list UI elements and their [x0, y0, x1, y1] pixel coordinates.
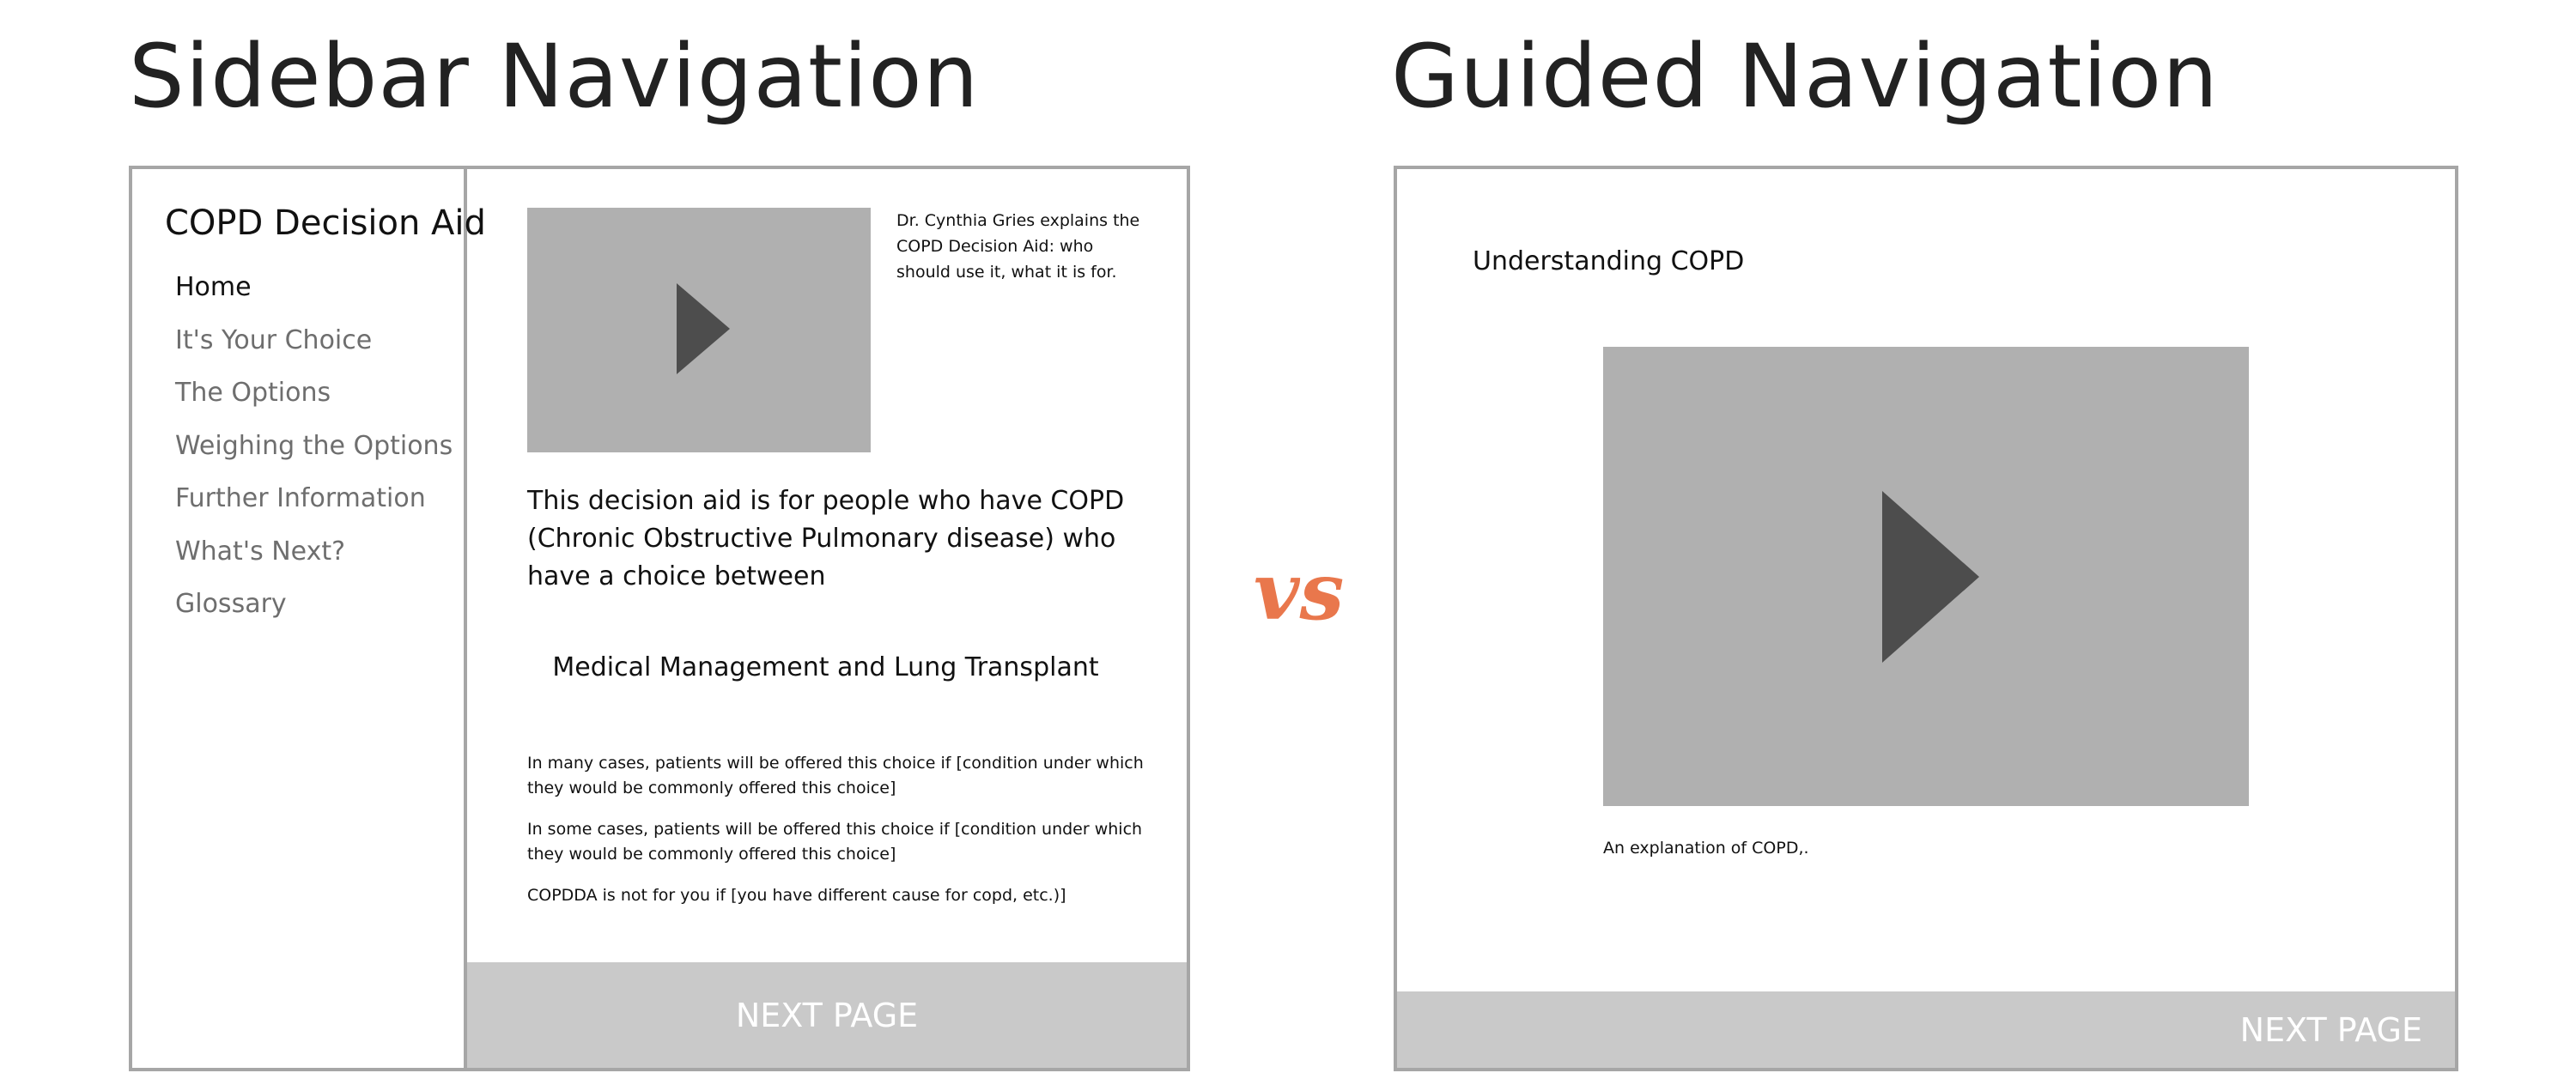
sidebar-item-glossary[interactable]: Glossary: [175, 589, 453, 642]
sidebar-navigation-wireframe: COPD Decision Aid Home It's Your Choice …: [129, 166, 1190, 1071]
app-title: COPD Decision Aid: [165, 203, 486, 243]
intro-text: This decision aid is for people who have…: [527, 486, 1125, 591]
vs-label: vs: [1254, 545, 1345, 638]
play-icon[interactable]: [677, 283, 730, 374]
next-page-button[interactable]: NEXT PAGE: [1397, 991, 2455, 1068]
eligibility-notes: In many cases, patients will be offered …: [527, 751, 1145, 924]
sidebar-item-weighing-the-options[interactable]: Weighing the Options: [175, 431, 453, 484]
page-title: Understanding COPD: [1473, 246, 1745, 276]
sidebar-item-further-information[interactable]: Further Information: [175, 483, 453, 536]
note-text: COPDDA is not for you if [you have diffe…: [527, 886, 1066, 905]
play-icon[interactable]: [1882, 491, 1979, 663]
note-text: In some cases, patients will be offered …: [527, 820, 1143, 864]
options-text: Medical Management and Lung Transplant: [552, 652, 1099, 682]
video-player[interactable]: [527, 208, 871, 452]
note-text: In many cases, patients will be offered …: [527, 754, 1144, 797]
sidebar-item-the-options[interactable]: The Options: [175, 378, 453, 431]
sidebar-item-whats-next[interactable]: What's Next?: [175, 536, 453, 590]
sidebar-navigation-heading: Sidebar Navigation: [129, 26, 980, 128]
sidebar-item-its-your-choice[interactable]: It's Your Choice: [175, 325, 453, 379]
sidebar: COPD Decision Aid Home It's Your Choice …: [132, 169, 486, 1068]
guided-navigation-heading: Guided Navigation: [1391, 26, 2219, 128]
guided-navigation-wireframe: Understanding COPD An explanation of COP…: [1394, 166, 2458, 1071]
video-player[interactable]: [1603, 347, 2249, 806]
video-caption: An explanation of COPD,.: [1603, 839, 1809, 858]
main-content: Dr. Cynthia Gries explains the COPD Deci…: [467, 169, 1187, 1068]
sidebar-item-home[interactable]: Home: [175, 272, 453, 325]
video-caption: Dr. Cynthia Gries explains the COPD Deci…: [896, 211, 1140, 282]
sidebar-nav: Home It's Your Choice The Options Weighi…: [175, 272, 453, 642]
next-page-button[interactable]: NEXT PAGE: [467, 962, 1187, 1068]
